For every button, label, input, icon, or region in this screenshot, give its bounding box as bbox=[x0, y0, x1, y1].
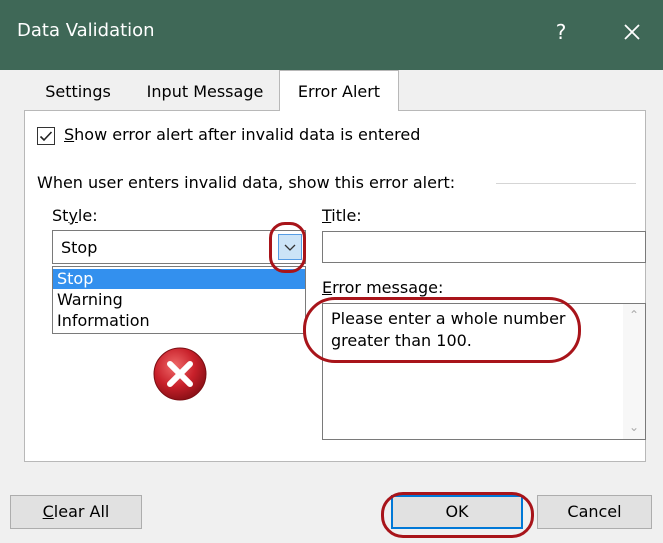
scrollbar[interactable]: ⌃ ⌄ bbox=[623, 304, 645, 439]
show-error-alert-checkbox[interactable] bbox=[37, 127, 55, 145]
error-message-text: Please enter a whole number greater than… bbox=[331, 309, 566, 350]
chevron-down-icon bbox=[284, 244, 296, 251]
group-label: When user enters invalid data, show this… bbox=[37, 173, 456, 192]
error-message-textarea[interactable]: Please enter a whole number greater than… bbox=[322, 303, 646, 440]
error-message-label: Error message: bbox=[322, 278, 444, 297]
style-select[interactable]: Stop bbox=[52, 230, 306, 264]
tab-error-alert[interactable]: Error Alert bbox=[279, 70, 399, 111]
tab-input-message[interactable]: Input Message bbox=[131, 75, 279, 109]
help-button[interactable]: ? bbox=[546, 17, 576, 47]
checkmark-icon bbox=[39, 131, 53, 142]
scroll-down-icon[interactable]: ⌄ bbox=[623, 416, 645, 438]
clear-all-label-rest: lear All bbox=[53, 502, 110, 521]
show-error-alert-label-rest: how error alert after invalid data is en… bbox=[74, 125, 421, 144]
tab-settings[interactable]: Settings bbox=[26, 75, 130, 109]
style-option-stop[interactable]: Stop bbox=[53, 269, 305, 289]
title-bar: Data Validation ? bbox=[0, 0, 663, 70]
style-option-information[interactable]: Information bbox=[53, 311, 305, 331]
clear-all-button[interactable]: Clear All bbox=[10, 495, 142, 529]
cancel-button[interactable]: Cancel bbox=[537, 495, 652, 529]
group-divider bbox=[496, 183, 636, 184]
title-label: Title: bbox=[322, 206, 362, 225]
show-error-alert-label[interactable]: Show error alert after invalid data is e… bbox=[64, 125, 420, 144]
style-dropdown-list: Stop Warning Information bbox=[52, 266, 306, 334]
close-button[interactable] bbox=[616, 16, 648, 48]
ok-button[interactable]: OK bbox=[391, 495, 523, 529]
window-title: Data Validation bbox=[17, 20, 155, 41]
style-dropdown-button[interactable] bbox=[278, 234, 302, 260]
scroll-up-icon[interactable]: ⌃ bbox=[623, 304, 645, 326]
title-input[interactable] bbox=[322, 231, 646, 263]
stop-error-icon bbox=[153, 347, 207, 401]
style-label: Style: bbox=[52, 206, 98, 225]
close-icon bbox=[624, 24, 640, 40]
style-option-warning[interactable]: Warning bbox=[53, 290, 305, 310]
style-select-value: Stop bbox=[61, 238, 98, 257]
